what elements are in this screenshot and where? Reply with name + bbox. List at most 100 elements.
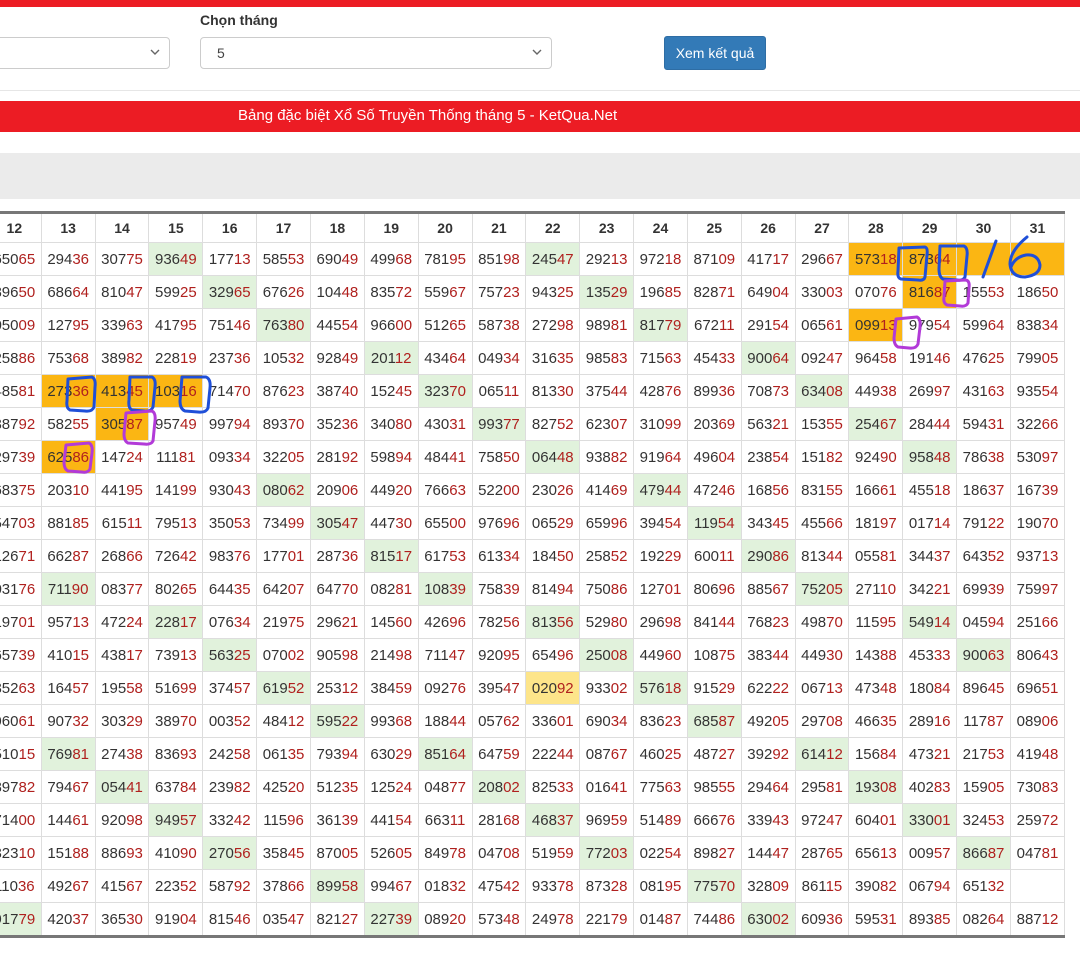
result-number-head: 873 [585, 877, 611, 895]
result-cell: 75997 [1009, 572, 1066, 606]
result-cell: 86687 [956, 836, 1011, 870]
result-cell: 04594 [956, 605, 1011, 639]
result-number-head: 899 [693, 382, 719, 400]
result-cell: 65132 [956, 869, 1011, 903]
result-cell: 06448 [525, 440, 581, 474]
result-number-tail: 01 [880, 811, 897, 829]
result-cell: 59925 [148, 275, 204, 309]
result-number-tail: 05 [341, 844, 359, 862]
result-number-tail: 20 [287, 778, 305, 796]
result-cell: 64352 [956, 539, 1011, 573]
result-cell: 43464 [417, 341, 473, 375]
result-cell: 49968 [363, 242, 419, 276]
result-number-tail: 98 [395, 646, 413, 664]
result-cell: 12795 [40, 308, 96, 342]
result-number-head: 835 [370, 283, 396, 301]
result-cell: 88712 [1009, 902, 1066, 938]
result-number-tail: 06 [1041, 712, 1059, 730]
result-cell: 14724 [94, 440, 150, 474]
result-number-head: 613 [478, 547, 504, 565]
year-select[interactable] [0, 37, 170, 69]
result-number-tail: 02 [287, 646, 305, 664]
result-number-tail: 26 [556, 481, 574, 499]
result-number-head: 757 [478, 283, 504, 301]
result-number-head: 099 [854, 316, 880, 334]
result-number-tail: 05 [772, 712, 789, 730]
result-number-head: 087 [585, 745, 611, 763]
result-number-head: 454 [693, 349, 719, 367]
result-cell: 78638 [956, 440, 1011, 474]
result-cell: 97247 [794, 803, 850, 837]
result-number-tail: 93 [180, 745, 197, 763]
result-number-head: 699 [962, 580, 988, 598]
result-number-head: 772 [585, 844, 611, 862]
result-cell: 83155 [794, 473, 850, 507]
result-number-tail: 62 [287, 481, 305, 499]
result-number-tail: 85 [933, 910, 951, 928]
month-select[interactable]: 5 [200, 37, 552, 69]
result-cell: 41795 [148, 308, 204, 342]
result-number-head: 135 [585, 283, 611, 301]
result-number-head: 054 [101, 778, 127, 796]
result-number-head: 739 [155, 646, 181, 664]
result-number-tail: 04 [718, 448, 736, 466]
result-number-head: 297 [0, 448, 19, 466]
day-column-header: 30 [956, 211, 1011, 243]
result-number-tail: 76 [449, 679, 466, 697]
result-cell: 88693 [94, 836, 150, 870]
result-number-tail: 32 [287, 349, 305, 367]
result-number-head: 529 [585, 613, 611, 631]
result-number-tail: 92 [233, 877, 251, 895]
result-number-head: 208 [478, 778, 504, 796]
result-number-tail: 78 [556, 910, 574, 928]
result-number-head: 614 [801, 745, 827, 763]
result-number-head: 296 [801, 250, 827, 268]
result-number-tail: 18 [880, 250, 897, 268]
result-number-head: 141 [155, 481, 181, 499]
result-number-tail: 11 [503, 382, 520, 400]
result-number-head: 093 [208, 448, 234, 466]
result-cell: 64435 [202, 572, 258, 606]
result-cell: 57348 [471, 902, 527, 938]
result-cell: 87005 [309, 836, 365, 870]
result-number-tail: 35 [556, 349, 574, 367]
result-cell: 15245 [363, 374, 419, 408]
result-number-head: 057 [478, 712, 504, 730]
result-cell: 61412 [794, 737, 850, 771]
result-number-tail: 82 [826, 448, 843, 466]
results-table-container[interactable]: 1112131415161718192021222324252627282930… [0, 211, 1080, 941]
view-results-button[interactable]: Xem kết quả [664, 36, 766, 70]
result-number-tail: 32 [72, 712, 90, 730]
result-number-tail: 47 [126, 283, 143, 301]
result-cell: 89385 [902, 902, 958, 938]
result-number-tail: 13 [826, 679, 843, 697]
result-number-head: 775 [693, 877, 719, 895]
result-number-tail: 43 [772, 811, 789, 829]
result-number-head: 067 [908, 877, 934, 895]
result-number-tail: 34 [503, 349, 520, 367]
result-cell: 75850 [471, 440, 527, 474]
result-number-tail: 27 [718, 844, 736, 862]
result-number-tail: 23 [664, 712, 682, 730]
result-number-tail: 73 [772, 382, 789, 400]
result-cell: 26866 [94, 539, 150, 573]
result-number-head: 305 [316, 514, 342, 532]
result-cell: 09334 [202, 440, 258, 474]
result-number-tail: 69 [718, 415, 736, 433]
result-number-head: 017 [908, 514, 934, 532]
result-cell: 32370 [417, 374, 473, 408]
result-cell: 25166 [1009, 605, 1066, 639]
result-cell: 37866 [256, 869, 311, 903]
result-number-head: 070 [854, 283, 880, 301]
result-cell [1009, 242, 1066, 276]
result-number-tail: 53 [287, 250, 305, 268]
result-number-head: 447 [370, 514, 396, 532]
result-cell: 08906 [1009, 704, 1066, 738]
result-number-head: 938 [585, 448, 611, 466]
result-number-head: 466 [854, 712, 880, 730]
result-number-head: 893 [262, 415, 288, 433]
result-number-tail: 60 [664, 646, 682, 664]
result-cell: 90732 [40, 704, 96, 738]
result-number-head: 686 [47, 283, 73, 301]
result-number-tail: 17 [126, 646, 143, 664]
